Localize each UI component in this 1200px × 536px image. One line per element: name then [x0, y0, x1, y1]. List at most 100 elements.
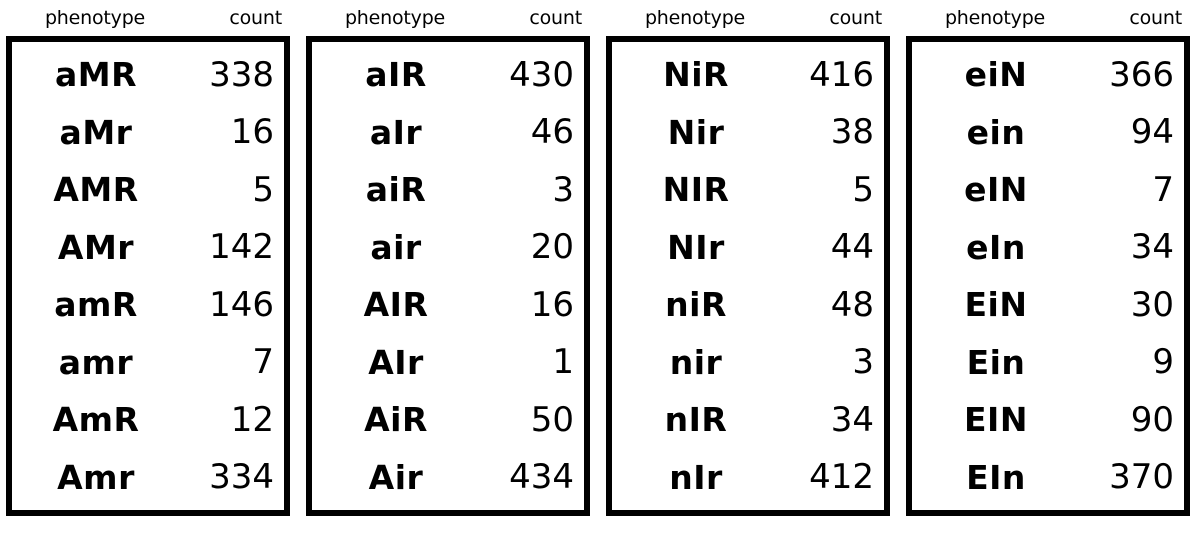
cell-phenotype: Amr — [57, 457, 135, 497]
table-row: NiR 416 — [612, 46, 884, 104]
cell-count: 7 — [1152, 169, 1174, 210]
cell-count: 48 — [830, 284, 874, 325]
cell-phenotype: EIN — [964, 400, 1028, 440]
cell-count: 90 — [1130, 399, 1174, 440]
table-row: nir 3 — [612, 334, 884, 392]
cell-count: 146 — [209, 284, 274, 325]
cell-phenotype: aIr — [369, 112, 423, 152]
table-row: eIN 7 — [912, 161, 1184, 219]
table-row: NIR 5 — [612, 161, 884, 219]
cell-phenotype: air — [370, 227, 422, 267]
table-row: aIR 430 — [312, 46, 584, 104]
table-row: Ein 9 — [912, 334, 1184, 392]
cell-count: 34 — [1130, 227, 1174, 268]
header-count: count — [1129, 6, 1182, 29]
cell-phenotype: niR — [665, 285, 727, 325]
cell-phenotype: NIR — [662, 170, 730, 210]
cell-count: 3 — [552, 169, 574, 210]
cell-phenotype: nIR — [664, 400, 728, 440]
cell-phenotype: Air — [368, 457, 424, 497]
table-row: NIr 44 — [612, 219, 884, 277]
phenotype-table-4: phenotype count eiN 366 ein 94 eIN 7 eIn… — [900, 0, 1200, 536]
table-row: eiN 366 — [912, 46, 1184, 104]
table-body: aIR 430 aIr 46 aiR 3 air 20 AIR 16 AIr 1 — [306, 36, 590, 516]
table-row: nIr 412 — [612, 449, 884, 507]
table-body: aMR 338 aMr 16 AMR 5 AMr 142 amR 146 amr… — [6, 36, 290, 516]
cell-phenotype: amr — [58, 342, 134, 382]
cell-count: 334 — [209, 457, 274, 498]
cell-count: 16 — [530, 284, 574, 325]
cell-phenotype: aiR — [365, 170, 427, 210]
cell-phenotype: eiN — [964, 55, 1028, 95]
table-row: air 20 — [312, 219, 584, 277]
table-row: Nir 38 — [612, 104, 884, 162]
cell-count: 9 — [1152, 342, 1174, 383]
cell-phenotype: ein — [966, 112, 1026, 152]
cell-phenotype: EiN — [964, 285, 1028, 325]
cell-phenotype: eIn — [966, 227, 1026, 267]
cell-count: 94 — [1130, 112, 1174, 153]
cell-count: 338 — [209, 54, 274, 95]
cell-count: 5 — [852, 169, 874, 210]
table-row: niR 48 — [612, 276, 884, 334]
cell-count: 3 — [852, 342, 874, 383]
table-row: ein 94 — [912, 104, 1184, 162]
cell-count: 46 — [530, 112, 574, 153]
table-row: AIr 1 — [312, 334, 584, 392]
table-row: AMR 5 — [12, 161, 284, 219]
table-row: amr 7 — [12, 334, 284, 392]
cell-phenotype: NIr — [667, 227, 725, 267]
cell-count: 434 — [509, 457, 574, 498]
table-row: aMR 338 — [12, 46, 284, 104]
table-row: Amr 334 — [12, 449, 284, 507]
cell-count: 416 — [809, 54, 874, 95]
header-count: count — [829, 6, 882, 29]
cell-count: 12 — [230, 399, 274, 440]
table-row: Air 434 — [312, 449, 584, 507]
cell-count: 1 — [552, 342, 574, 383]
cell-phenotype: aIR — [365, 55, 427, 95]
header-count: count — [529, 6, 582, 29]
cell-phenotype: AMR — [53, 170, 139, 210]
cell-phenotype: aMr — [59, 112, 133, 152]
cell-count: 142 — [209, 227, 274, 268]
header-phenotype: phenotype — [44, 6, 146, 29]
column-headers: phenotype count — [300, 0, 600, 36]
header-count: count — [229, 6, 282, 29]
table-row: EiN 30 — [912, 276, 1184, 334]
cell-phenotype: AiR — [364, 400, 428, 440]
cell-count: 366 — [1109, 54, 1174, 95]
cell-phenotype: AIr — [368, 342, 424, 382]
header-phenotype: phenotype — [644, 6, 746, 29]
table-row: aMr 16 — [12, 104, 284, 162]
cell-phenotype: Nir — [667, 112, 725, 152]
cell-phenotype: aMR — [54, 55, 138, 95]
cell-count: 30 — [1130, 284, 1174, 325]
column-headers: phenotype count — [0, 0, 300, 36]
table-row: EIn 370 — [912, 449, 1184, 507]
cell-count: 430 — [509, 54, 574, 95]
cell-phenotype: nir — [669, 342, 723, 382]
cell-count: 50 — [530, 399, 574, 440]
header-phenotype: phenotype — [944, 6, 1046, 29]
cell-count: 34 — [830, 399, 874, 440]
table-row: eIn 34 — [912, 219, 1184, 277]
cell-count: 38 — [830, 112, 874, 153]
cell-count: 5 — [252, 169, 274, 210]
table-row: AiR 50 — [312, 391, 584, 449]
cell-phenotype: NiR — [663, 55, 729, 95]
cell-count: 370 — [1109, 457, 1174, 498]
table-row: amR 146 — [12, 276, 284, 334]
table-body: eiN 366 ein 94 eIN 7 eIn 34 EiN 30 Ein 9 — [906, 36, 1190, 516]
header-phenotype: phenotype — [344, 6, 446, 29]
table-row: aiR 3 — [312, 161, 584, 219]
cell-phenotype: AIR — [363, 285, 429, 325]
cell-phenotype: AMr — [57, 227, 135, 267]
cell-count: 7 — [252, 342, 274, 383]
cell-count: 412 — [809, 457, 874, 498]
cell-phenotype: amR — [54, 285, 138, 325]
table-row: AIR 16 — [312, 276, 584, 334]
phenotype-tables-sheet: phenotype count aMR 338 aMr 16 AMR 5 AMr… — [0, 0, 1200, 536]
phenotype-table-3: phenotype count NiR 416 Nir 38 NIR 5 NIr… — [600, 0, 900, 536]
cell-count: 16 — [230, 112, 274, 153]
